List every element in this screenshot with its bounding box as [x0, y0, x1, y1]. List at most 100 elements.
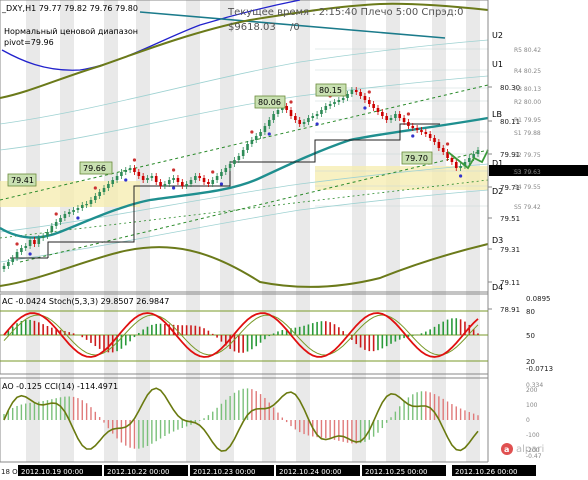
candle-body [67, 212, 71, 214]
candle-body [59, 218, 62, 222]
candle-body [194, 176, 197, 180]
session-band [220, 0, 234, 462]
session-band [104, 0, 118, 462]
candle-body [211, 180, 215, 184]
pivot-label: R4 80.25 [514, 68, 541, 75]
ao-axis-label: -0.47 [526, 453, 542, 460]
candle-body [24, 246, 28, 248]
ao-axis-label: 100 [526, 402, 538, 409]
time-label: 2012.10.22 00:00 [107, 468, 169, 476]
chart-canvas: 79.4179.6680.0680.1579.70 80.3080.1179.9… [0, 0, 588, 480]
candle-body [85, 204, 88, 206]
candle-body [341, 98, 345, 100]
pivot-label: R1 79.95 [514, 117, 541, 124]
candle-body [367, 100, 371, 104]
candle-body [272, 114, 275, 120]
ac-axis-label: 0.0895 [526, 295, 551, 303]
price-box-label: 79.70 [405, 154, 428, 163]
candle-body [141, 176, 145, 180]
candle-body [111, 180, 115, 184]
candle-body [276, 110, 280, 114]
candle-body [324, 106, 328, 110]
ac-axis: 0.0895805020-0.0713 [526, 295, 553, 373]
session-band [466, 0, 480, 462]
candle-body [294, 116, 297, 120]
candle-body [350, 90, 354, 94]
candle-body [124, 170, 128, 172]
level-label-d1: D1 [492, 159, 503, 168]
candle-body [63, 214, 67, 218]
fractal-marker [406, 112, 411, 116]
candle-body [381, 112, 384, 116]
fractal-marker [171, 168, 176, 172]
candle-body [215, 176, 219, 180]
ac-axis-label: 50 [526, 332, 535, 340]
pivot-label: R3 80.13 [514, 86, 541, 93]
candle-body [150, 176, 154, 178]
candle-body [80, 205, 84, 208]
price-axis-label: 79.31 [500, 246, 520, 254]
ac-title: AC -0.0424 Stoch(5,3,3) 29.8507 26.9847 [2, 297, 169, 306]
overlay-time: Текущее время : 2:15:40 Плечо 5:00 Спрэд… [227, 7, 463, 18]
session-bands [26, 0, 480, 462]
candle-body [220, 172, 223, 176]
candle-body [163, 184, 167, 186]
candle-body [420, 130, 423, 132]
candle-body [402, 118, 406, 122]
ao-histogram [3, 388, 479, 449]
candle-body [415, 128, 419, 130]
candle-body [11, 258, 14, 262]
pivot-description: pivot=79.96 [4, 38, 54, 47]
candle-body [20, 248, 23, 252]
cci-line [3, 387, 479, 452]
candle-body [267, 120, 271, 126]
level-label-d4: D4 [492, 283, 503, 292]
candle-body [41, 236, 45, 238]
ao-axis-label: 200 [526, 387, 538, 394]
candle-body [46, 232, 49, 236]
level-label-lb: LB [492, 110, 502, 119]
overlay-equity-2: /0 [290, 22, 300, 33]
candle-body [437, 142, 441, 148]
level-label-d2: D2 [492, 187, 503, 196]
session-band [136, 0, 150, 462]
session-band [186, 0, 200, 462]
pivot-label: S3 79.63 [514, 169, 541, 176]
candle-body [133, 168, 136, 172]
candle-body [398, 114, 402, 118]
candle-body [224, 168, 228, 172]
price-axis-label: 79.51 [500, 215, 520, 223]
candle-body [468, 158, 471, 162]
candle-body [476, 150, 480, 154]
candle-body [202, 178, 206, 182]
candle-body [376, 108, 380, 112]
candle-body [137, 172, 141, 176]
candle-body [311, 116, 315, 118]
ao-title: AO -0.125 CCI(14) -114.4971 [2, 382, 118, 391]
candle-body [363, 96, 367, 100]
candle-body [159, 182, 162, 186]
price-axis: 80.3080.1179.9179.7179.5179.3179.1178.91… [487, 0, 588, 462]
candle-body [94, 196, 97, 200]
fractal-marker [93, 186, 97, 190]
candle-body [411, 126, 415, 128]
candle-body [237, 156, 241, 160]
time-axis: 18 Oct 20122012.10.19 00:002012.10.22 00… [0, 461, 588, 480]
pivot-label: R5 80.42 [514, 47, 541, 54]
chart-terminal: 79.41 79.66 80.06 80.15 79.70 80.30 80.11 79.9… [0, 0, 588, 480]
overlay-equity: $9618.03 [228, 22, 276, 33]
fractal-marker [219, 182, 224, 186]
fractal-marker [15, 242, 19, 246]
level-label-u1: U1 [492, 60, 503, 69]
candle-body [394, 114, 397, 118]
ao-axis-label: 0 [526, 417, 530, 424]
candle-body [328, 104, 332, 106]
candle-body [2, 266, 6, 269]
candle-body [37, 238, 41, 244]
candle-body [180, 182, 184, 186]
time-label: 2012.10.26 00:00 [455, 468, 517, 476]
candle-body [228, 164, 232, 168]
candle-body [298, 120, 302, 124]
candle-body [333, 102, 336, 104]
price-box-label: 79.41 [11, 176, 34, 185]
